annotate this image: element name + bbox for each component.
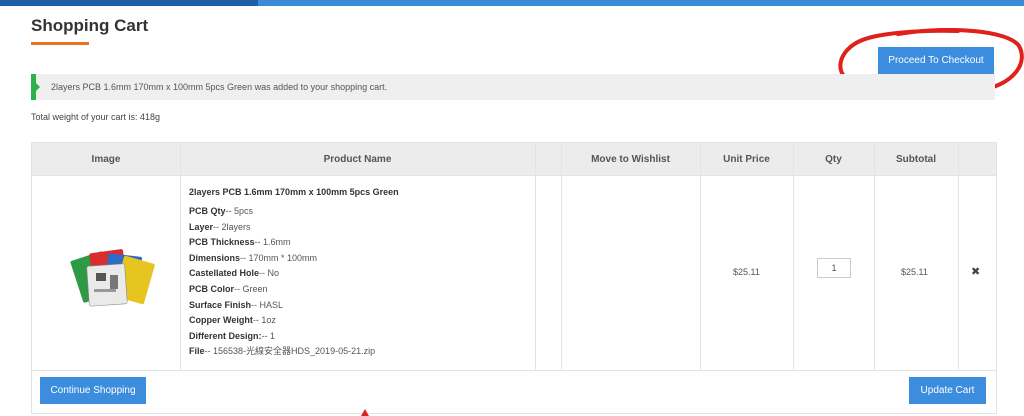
attribute-castellated-hole: Castellated Hole-- No — [189, 268, 280, 279]
column-divider — [874, 143, 875, 370]
proceed-to-checkout-button[interactable]: Proceed To Checkout — [878, 47, 994, 74]
top-accent-bar-active — [0, 0, 258, 6]
product-name[interactable]: 2layers PCB 1.6mm 170mm x 100mm 5pcs Gre… — [189, 187, 399, 197]
top-accent-bar — [0, 0, 1024, 6]
cart-table: Image Product Name Move to Wishlist Unit… — [31, 142, 997, 414]
attribute-layer: Layer-- 2layers — [189, 221, 251, 232]
unit-price: $25.11 — [733, 267, 760, 277]
header-unit-price: Unit Price — [723, 153, 770, 165]
continue-shopping-button[interactable]: Continue Shopping — [40, 377, 146, 404]
notice-message: 2layers PCB 1.6mm 170mm x 100mm 5pcs Gre… — [51, 82, 388, 92]
product-image[interactable] — [70, 245, 160, 315]
product-attributes: PCB Qty-- 5pcs Layer-- 2layers PCB Thick… — [189, 204, 375, 360]
column-divider — [535, 143, 536, 370]
added-to-cart-notice: 2layers PCB 1.6mm 170mm x 100mm 5pcs Gre… — [31, 74, 995, 100]
attribute-pcb-thickness: PCB Thickness-- 1.6mm — [189, 237, 291, 248]
attribute-copper-weight: Copper Weight-- 1oz — [189, 315, 276, 326]
attribute-pcb-color: PCB Color-- Green — [189, 283, 268, 294]
column-divider — [180, 143, 181, 370]
header-product-name: Product Name — [323, 153, 392, 165]
header-subtotal: Subtotal — [896, 153, 936, 165]
red-annotation-arrow — [361, 409, 369, 416]
column-divider — [793, 143, 794, 370]
header-move-to-wishlist: Move to Wishlist — [591, 153, 670, 165]
remove-item-icon[interactable]: ✖ — [971, 265, 980, 278]
quantity-input[interactable] — [817, 258, 851, 278]
attribute-different-design: Different Design:-- 1 — [189, 330, 276, 341]
column-divider — [561, 143, 562, 370]
attribute-file: File-- 156538-光線安全器HDS_2019-05-21.zip — [189, 346, 376, 357]
attribute-pcb-qty: PCB Qty-- 5pcs — [189, 206, 254, 216]
column-divider — [958, 143, 959, 370]
column-divider — [700, 143, 701, 370]
header-image: Image — [91, 153, 121, 165]
page-title: Shopping Cart — [31, 16, 149, 35]
attribute-dimensions: Dimensions-- 170mm * 100mm — [189, 252, 318, 263]
row-divider — [32, 175, 996, 176]
title-underline — [31, 42, 89, 45]
update-cart-button[interactable]: Update Cart — [909, 377, 986, 404]
subtotal: $25.11 — [901, 267, 928, 277]
success-arrow-icon — [36, 83, 40, 91]
row-divider — [32, 370, 996, 371]
cart-weight: Total weight of your cart is: 418g — [31, 112, 161, 122]
header-qty: Qty — [825, 153, 842, 165]
attribute-surface-finish: Surface Finish-- HASL — [189, 299, 284, 310]
